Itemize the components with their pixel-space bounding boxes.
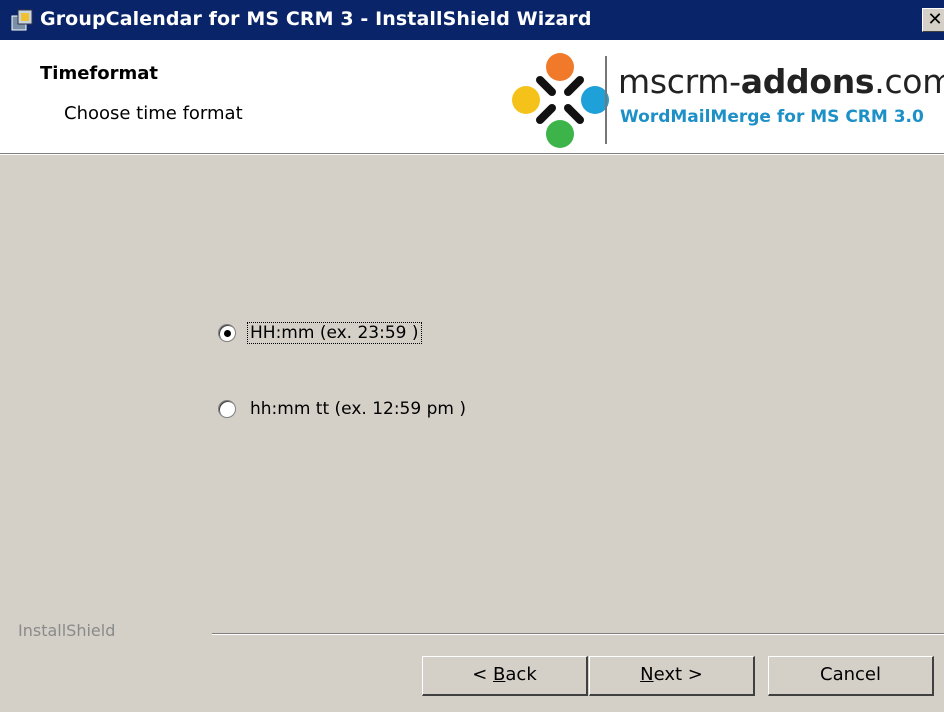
brand-tagline: WordMailMerge for MS CRM 3.0	[620, 107, 924, 127]
installshield-label: InstallShield	[18, 621, 116, 640]
title-bar[interactable]: GroupCalendar for MS CRM 3 - InstallShie…	[0, 0, 944, 40]
wizard-header: Timeformat Choose time format mscrm-addo…	[0, 40, 944, 153]
radio-12h-format[interactable]: hh:mm tt (ex. 12:59 pm )	[218, 396, 518, 426]
radio-24h-label[interactable]: HH:mm (ex. 23:59 )	[247, 322, 422, 344]
radio-24h-format[interactable]: HH:mm (ex. 23:59 )	[218, 320, 518, 350]
cancel-button[interactable]: Cancel	[768, 656, 934, 696]
window-title: GroupCalendar for MS CRM 3 - InstallShie…	[40, 8, 592, 30]
page-subtitle: Choose time format	[64, 103, 243, 124]
radio-dot	[224, 330, 231, 337]
footer-separator-highlight	[212, 634, 944, 635]
radio-button-unselected[interactable]	[218, 400, 236, 418]
radio-button-selected[interactable]	[218, 324, 236, 342]
back-button[interactable]: < Back	[422, 656, 588, 696]
brand-name: mscrm-addons.com	[618, 62, 944, 101]
header-separator-highlight	[0, 154, 944, 155]
installer-app-icon	[11, 9, 33, 31]
mscrm-addons-logo	[512, 53, 609, 148]
radio-12h-label[interactable]: hh:mm tt (ex. 12:59 pm )	[248, 399, 468, 419]
next-button[interactable]: Next >	[589, 656, 755, 696]
logo-divider	[605, 56, 607, 144]
close-button[interactable]: ✕	[922, 8, 944, 32]
page-title: Timeformat	[40, 63, 158, 84]
